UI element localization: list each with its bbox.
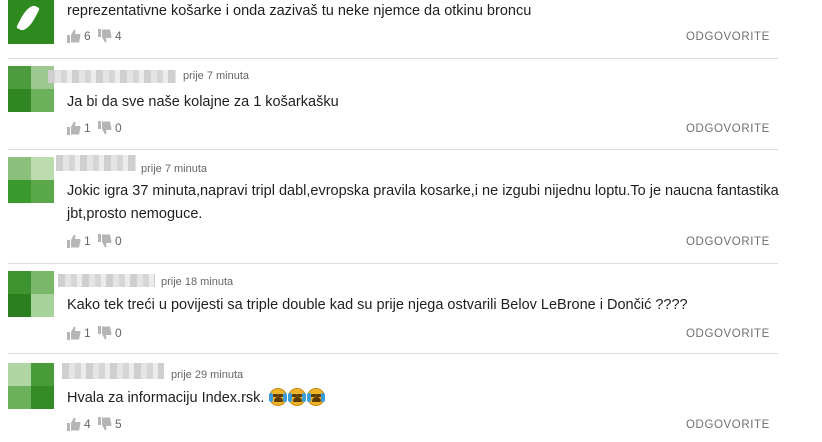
thumbs-up-icon bbox=[67, 417, 81, 431]
like-button[interactable]: 6 bbox=[67, 29, 100, 43]
comment-time: prije 7 minuta bbox=[141, 163, 208, 175]
reply-button[interactable]: ODGOVORITE bbox=[686, 236, 770, 248]
comment-text: reprezentativne košarke i onda zazivaš t… bbox=[67, 3, 532, 19]
reply-button[interactable]: ODGOVORITE bbox=[686, 123, 770, 135]
comment-text: Jokic igra 37 minuta,napravi tripl dabl,… bbox=[67, 183, 779, 222]
username-blurred[interactable] bbox=[56, 155, 136, 171]
comment-time: prije 18 minuta bbox=[161, 276, 234, 288]
thumbs-down-icon bbox=[98, 234, 112, 248]
like-button[interactable]: 1 bbox=[67, 326, 100, 340]
reply-button[interactable]: ODGOVORITE bbox=[686, 31, 770, 43]
username-blurred[interactable] bbox=[48, 70, 176, 83]
dislike-button[interactable]: 0 bbox=[98, 326, 131, 340]
dislike-count: 0 bbox=[115, 326, 122, 340]
like-count: 6 bbox=[84, 29, 91, 43]
dislike-count: 0 bbox=[115, 121, 122, 135]
thumbs-down-icon bbox=[98, 326, 112, 340]
username-blurred[interactable] bbox=[62, 363, 164, 379]
thumbs-up-icon bbox=[67, 326, 81, 340]
like-count: 1 bbox=[84, 326, 91, 340]
thumbs-up-icon bbox=[67, 234, 81, 248]
comment-text: Hvala za informaciju Index.rsk. bbox=[67, 387, 787, 410]
comment-text: Kako tek treći u povijesti sa triple dou… bbox=[67, 297, 688, 313]
thumbs-up-icon bbox=[67, 29, 81, 43]
comment-time: prije 29 minuta bbox=[171, 369, 244, 381]
comment-divider bbox=[8, 353, 778, 354]
like-button[interactable]: 4 bbox=[67, 417, 100, 431]
dislike-count: 4 bbox=[115, 29, 122, 43]
like-button[interactable]: 1 bbox=[67, 234, 100, 248]
comment-time: prije 7 minuta bbox=[183, 70, 250, 82]
dislike-button[interactable]: 0 bbox=[98, 121, 131, 135]
dislike-count: 5 bbox=[115, 417, 122, 431]
crying-face-emoji bbox=[269, 388, 288, 406]
user-avatar[interactable] bbox=[8, 157, 54, 203]
dislike-button[interactable]: 0 bbox=[98, 234, 131, 248]
thumbs-up-icon bbox=[67, 121, 81, 135]
dislike-button[interactable]: 4 bbox=[98, 29, 131, 43]
reply-button[interactable]: ODGOVORITE bbox=[686, 328, 770, 340]
user-avatar[interactable] bbox=[8, 271, 54, 317]
comment-text: Ja bi da sve naše kolajne za 1 košarkašk… bbox=[67, 94, 339, 110]
dislike-button[interactable]: 5 bbox=[98, 417, 131, 431]
comment-text-content: Hvala za informaciju Index.rsk. bbox=[67, 390, 265, 406]
like-count: 4 bbox=[84, 417, 91, 431]
like-button[interactable]: 1 bbox=[67, 121, 100, 135]
thumbs-down-icon bbox=[98, 29, 112, 43]
thumbs-down-icon bbox=[98, 417, 112, 431]
thumbs-down-icon bbox=[98, 121, 112, 135]
dislike-count: 0 bbox=[115, 234, 122, 248]
crying-face-emoji bbox=[307, 388, 326, 406]
reply-button[interactable]: ODGOVORITE bbox=[686, 419, 770, 431]
leaf-icon bbox=[16, 2, 40, 34]
crying-face-emoji bbox=[288, 388, 307, 406]
comment-divider bbox=[8, 149, 778, 150]
user-avatar[interactable] bbox=[8, 0, 54, 44]
comment-divider bbox=[8, 58, 778, 59]
like-count: 1 bbox=[84, 121, 91, 135]
username-blurred[interactable] bbox=[58, 274, 155, 287]
like-count: 1 bbox=[84, 234, 91, 248]
user-avatar[interactable] bbox=[8, 363, 54, 409]
comment-divider bbox=[8, 263, 778, 264]
